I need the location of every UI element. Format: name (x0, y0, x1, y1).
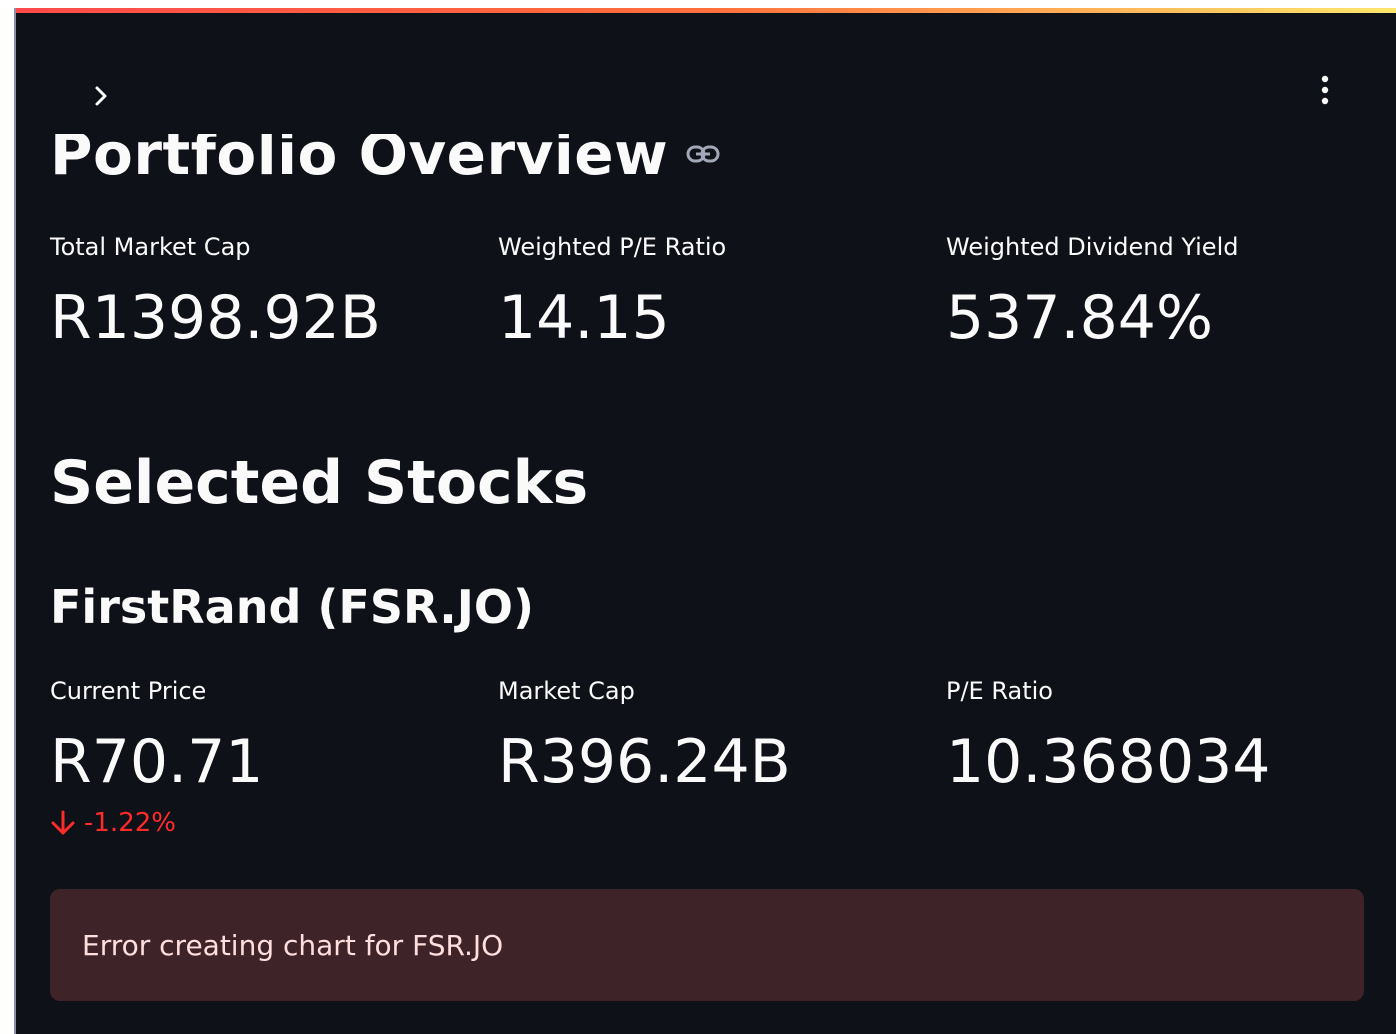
metric-weighted-dividend-yield: Weighted Dividend Yield 537.84% (946, 230, 1394, 354)
page-title: Portfolio Overview (50, 120, 720, 188)
metric-pe-ratio: P/E Ratio 10.368034 (946, 674, 1394, 838)
metric-label: Total Market Cap (50, 233, 251, 261)
metric-weighted-pe-ratio: Weighted P/E Ratio 14.15 (498, 230, 946, 354)
error-message: Error creating chart for FSR.JO (82, 928, 504, 962)
selected-stocks-heading: Selected Stocks (50, 448, 589, 518)
app-frame: Portfolio Overview Total Market Cap R139… (14, 8, 1396, 1034)
metric-value: R396.24B (498, 727, 791, 797)
metric-value: R70.71 (50, 727, 264, 797)
metric-value: 537.84% (946, 283, 1213, 353)
link-icon (686, 145, 720, 163)
metric-market-cap: Market Cap R396.24B (498, 674, 946, 838)
sidebar-expand-button[interactable] (86, 78, 116, 114)
main-menu-button[interactable] (1314, 72, 1336, 108)
metric-value: 10.368034 (946, 727, 1271, 797)
metric-label: Weighted P/E Ratio (498, 233, 727, 261)
portfolio-metrics-row: Total Market Cap R1398.92B Weighted P/E … (50, 230, 1370, 354)
metric-label: P/E Ratio (946, 677, 1053, 705)
stock-title: FirstRand (FSR.JO) (50, 580, 534, 634)
metric-value: R1398.92B (50, 283, 381, 353)
metric-total-market-cap: Total Market Cap R1398.92B (50, 230, 498, 354)
stock-metrics-row: Current Price R70.71 -1.22% Market Cap R… (50, 674, 1370, 838)
metric-current-price: Current Price R70.71 -1.22% (50, 674, 498, 838)
metric-delta: -1.22% (50, 808, 498, 838)
metric-value: 14.15 (498, 283, 670, 353)
metric-label: Current Price (50, 677, 207, 705)
metric-label: Market Cap (498, 677, 635, 705)
metric-label: Weighted Dividend Yield (946, 233, 1239, 261)
page-title-text: Portfolio Overview (50, 120, 669, 188)
vertical-ellipsis-icon (1321, 75, 1329, 105)
error-alert: Error creating chart for FSR.JO (50, 889, 1364, 1001)
metric-delta-value: -1.22% (84, 808, 176, 838)
title-anchor-link[interactable] (686, 144, 720, 164)
chevron-right-icon (95, 86, 107, 106)
arrow-down-icon (51, 810, 75, 835)
header-decoration-bar (16, 8, 1396, 13)
